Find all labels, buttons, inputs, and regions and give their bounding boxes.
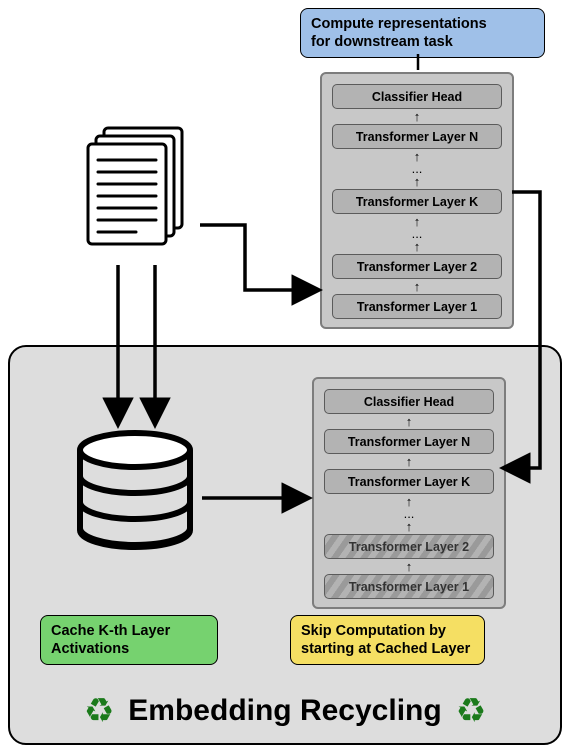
ellipsis: ... [404,509,415,519]
arrow-icon: ↑ [414,176,421,187]
layer-head-top: Classifier Head [332,84,502,109]
layer-l2-bot: Transformer Layer 2 [324,534,494,559]
layer-ln-bot: Transformer Layer N [324,429,494,454]
footer-row: ♻ Embedding Recycling ♻ [10,691,560,731]
arrow-icon: ↑ [414,241,421,252]
label-compute: Compute representations for downstream t… [300,8,545,58]
documents-icon [78,122,198,262]
label-skip: Skip Computation by starting at Cached L… [290,615,485,665]
footer-title: Embedding Recycling [128,694,441,728]
label-cache: Cache K-th Layer Activations [40,615,218,665]
stack-bottom: Transformer Layer 1 ↑ Transformer Layer … [312,377,506,609]
arrow-icon: ↑ [406,521,413,532]
recycle-icon: ♻ [84,691,114,731]
arrow-icon: ↑ [414,111,421,122]
ellipsis: ... [412,229,423,239]
layer-l2-top: Transformer Layer 2 [332,254,502,279]
layer-ln-top: Transformer Layer N [332,124,502,149]
stack-top: Transformer Layer 1 ↑ Transformer Layer … [320,72,514,329]
arrow-icon: ↑ [414,281,421,292]
layer-l1-bot: Transformer Layer 1 [324,574,494,599]
recycle-icon: ♻ [456,691,486,731]
arrow-icon: ↑ [406,561,413,572]
arrow-icon: ↑ [406,416,413,427]
ellipsis: ... [412,164,423,174]
layer-l1-top: Transformer Layer 1 [332,294,502,319]
label-compute-text: Compute representations for downstream t… [311,16,487,50]
layer-head-bot: Classifier Head [324,389,494,414]
database-icon [70,428,200,568]
layer-lk-bot: Transformer Layer K [324,469,494,494]
label-cache-text: Cache K-th Layer Activations [51,623,170,657]
arrow-icon: ↑ [406,456,413,467]
label-skip-text: Skip Computation by starting at Cached L… [301,623,470,657]
layer-lk-top: Transformer Layer K [332,189,502,214]
diagram-root: Compute representations for downstream t… [0,0,570,752]
